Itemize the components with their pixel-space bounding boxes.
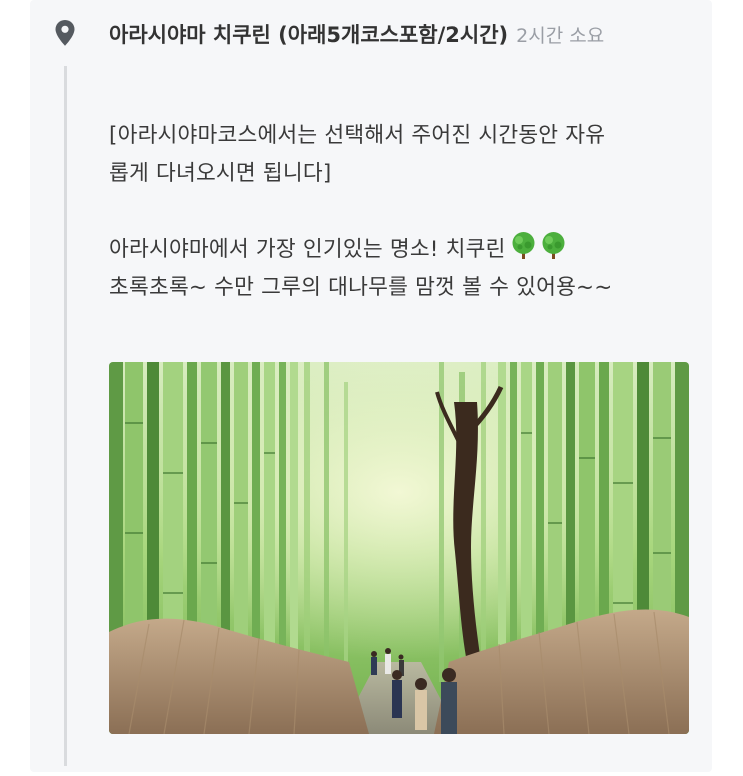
description-line: 롭게 다녀오시면 됩니다] [109, 161, 332, 186]
description-highlight-line: 아라시야마에서 가장 인기있는 명소! 치쿠린 [109, 231, 699, 269]
deciduous-tree-icon [512, 232, 565, 259]
bamboo-grove-photo[interactable] [109, 362, 689, 734]
item-description: [아라시야마코스에서는 선택해서 주어진 시간동안 자유 롭게 다녀오시면 됩니… [109, 117, 699, 307]
timeline-line [64, 66, 67, 766]
bamboo-grove-illustration [109, 362, 689, 734]
map-pin-icon [55, 20, 75, 46]
description-line: 아라시야마에서 가장 인기있는 명소! 치쿠린 [109, 237, 506, 262]
item-title: 아라시야마 치쿠린 (아래5개코스포함/2시간) [109, 23, 509, 47]
item-duration: 2시간 소요 [516, 25, 605, 47]
item-header: 아라시야마 치쿠린 (아래5개코스포함/2시간) 2시간 소요 [109, 16, 689, 55]
description-line: [아라시야마코스에서는 선택해서 주어진 시간동안 자유 [109, 123, 606, 148]
description-line: 초록초록~ 수만 그루의 대나무를 맘껏 볼 수 있어용~~ [109, 275, 613, 300]
